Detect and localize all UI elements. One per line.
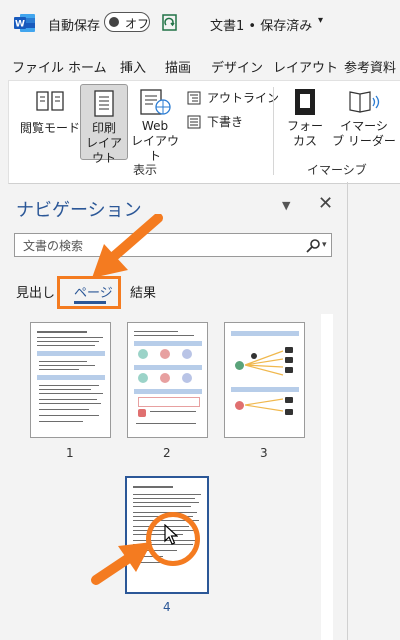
autosave-state: オフ	[125, 17, 150, 31]
tab-design[interactable]: デザイン	[211, 57, 263, 76]
web-layout-icon	[140, 89, 171, 115]
focus-label-1: フォー	[286, 119, 323, 133]
print-layout-label-2: レイアウト	[85, 136, 122, 165]
page-number-1: 1	[66, 446, 74, 460]
tab-insert[interactable]: 挿入	[120, 57, 146, 76]
print-layout-button[interactable]: 印刷 レイアウト	[80, 84, 128, 165]
autosave-toggle[interactable]: オフ	[104, 12, 150, 32]
tab-file[interactable]: ファイル	[12, 57, 64, 76]
web-layout-label-2: レイアウト	[130, 134, 179, 163]
group-immersive-label: イマーシブ	[307, 163, 367, 177]
immersive-reader-label-2: ブ リーダー	[332, 134, 396, 148]
autosave-label: 自動保存	[48, 19, 101, 34]
document-search: ▾	[14, 233, 332, 257]
chevron-down-icon[interactable]: ▾	[322, 240, 327, 250]
outline-button[interactable]: アウトライン	[187, 89, 279, 106]
tab-references[interactable]: 参考資料	[344, 57, 396, 76]
web-layout-label-1: Web	[141, 119, 169, 133]
pane-divider	[347, 182, 348, 640]
tab-draw[interactable]: 描画	[165, 57, 191, 76]
tab-layout[interactable]: レイアウト	[273, 57, 338, 76]
read-mode-label: 閲覧モード	[19, 121, 80, 135]
immersive-reader-button[interactable]: イマーシ ブ リーダー	[331, 87, 397, 157]
page-number-2: 2	[163, 446, 171, 460]
immersive-reader-icon	[349, 91, 380, 113]
focus-label-2: カス	[292, 134, 317, 148]
immersive-reader-label-1: イマーシ	[340, 119, 388, 133]
tab-results[interactable]: 結果	[130, 282, 156, 301]
draft-button[interactable]: 下書き	[187, 113, 243, 130]
book-icon	[36, 91, 64, 111]
outline-label: アウトライン	[207, 91, 280, 105]
print-layout-icon	[94, 90, 114, 117]
pane-options-icon[interactable]: ▼	[282, 199, 290, 212]
group-view-label: 表示	[133, 163, 158, 177]
save-sync-icon[interactable]	[160, 13, 180, 33]
ribbon-tabs: ファイル ホーム 挿入 描画 デザイン レイアウト 参考資料	[0, 52, 400, 80]
word-app-icon[interactable]: W	[14, 13, 36, 33]
tab-home[interactable]: ホーム	[68, 57, 107, 76]
outline-icon	[187, 91, 201, 104]
draft-label: 下書き	[207, 115, 244, 129]
close-icon[interactable]: ✕	[318, 193, 333, 214]
draft-icon	[187, 115, 201, 128]
print-layout-label-1: 印刷	[91, 121, 116, 135]
chevron-down-icon[interactable]: ▾	[318, 15, 323, 26]
title-bar: W 自動保存 オフ 文書1 • 保存済み ▾	[0, 0, 400, 48]
tab-headings[interactable]: 見出し	[16, 282, 55, 301]
toggle-knob	[109, 17, 119, 27]
focus-icon	[295, 89, 315, 115]
mouse-pointer-icon	[164, 524, 178, 545]
group-separator	[273, 87, 274, 175]
page-number-4: 4	[163, 600, 171, 614]
scrollbar[interactable]	[321, 314, 333, 640]
document-title[interactable]: 文書1 • 保存済み	[210, 15, 312, 34]
ribbon-view: 閲覧モード 印刷 レイアウト Web レイアウト アウトライン 下書き 表示 フ…	[8, 80, 400, 184]
page-number-3: 3	[260, 446, 268, 460]
page-thumbnail-2[interactable]	[127, 322, 208, 438]
arrow-annotation-page-4	[91, 542, 152, 585]
search-icon[interactable]	[305, 238, 321, 254]
arrow-annotation-pages-tab	[92, 214, 163, 278]
web-layout-button[interactable]: Web レイアウト	[129, 87, 181, 163]
page-thumbnail-1[interactable]	[30, 322, 111, 438]
focus-button[interactable]: フォー カス	[281, 87, 329, 157]
svg-text:W: W	[15, 20, 25, 30]
read-mode-button[interactable]: 閲覧モード	[17, 87, 83, 147]
page-thumbnail-3[interactable]	[224, 322, 305, 438]
